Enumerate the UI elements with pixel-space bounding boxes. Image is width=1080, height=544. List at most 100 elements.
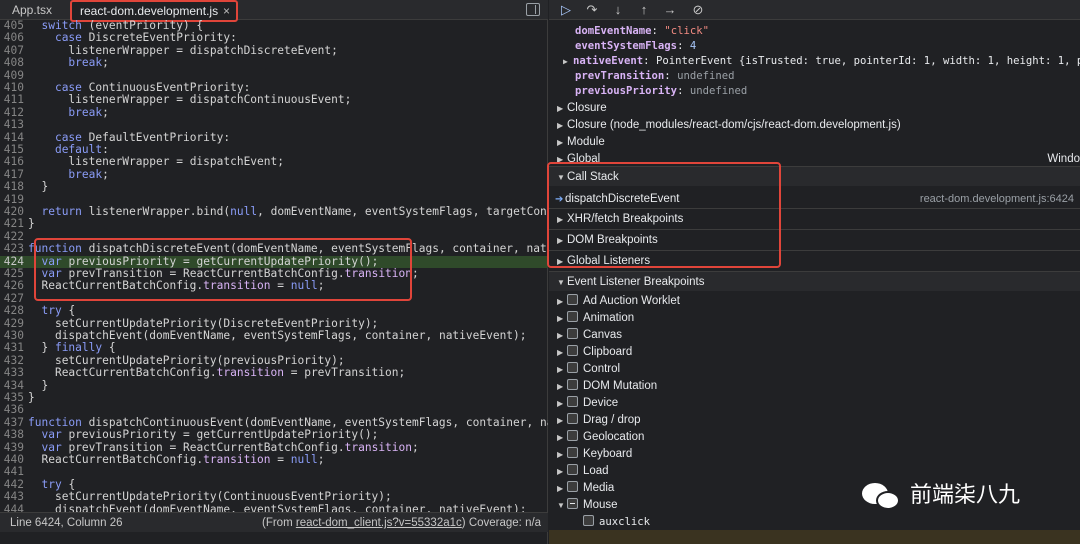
scope-var-prevTransition[interactable]: prevTransition: undefined — [575, 69, 1080, 84]
code-line[interactable]: 433 ReactCurrentBatchConfig.transition =… — [0, 366, 548, 380]
source-map-link[interactable]: react-dom_client.js?v=55332a1c — [296, 517, 462, 529]
deactivate-breakpoints-icon[interactable]: ⊘ — [687, 1, 709, 19]
expand-triangle-icon[interactable]: ▶ — [557, 327, 567, 344]
scope-var-domEventName[interactable]: domEventName: "click" — [575, 24, 1080, 39]
event-category-item[interactable]: ▶ Ad Auction Worklet — [549, 293, 1080, 310]
line-number[interactable]: 411 — [0, 93, 24, 106]
checkbox[interactable] — [567, 481, 578, 492]
code-line[interactable]: 426 ReactCurrentBatchConfig.transition =… — [0, 279, 548, 292]
event-category-item[interactable]: ▶ Canvas — [549, 327, 1080, 344]
line-number[interactable]: 433 — [0, 366, 24, 379]
code-text: ReactCurrentBatchConfig.transition = pre… — [54, 366, 406, 380]
checkbox[interactable] — [567, 328, 578, 339]
step-over-icon[interactable]: ↷ — [581, 1, 603, 19]
line-number[interactable]: 438 — [0, 428, 24, 441]
checkbox[interactable] — [567, 447, 578, 458]
expand-triangle-icon[interactable]: ▶ — [557, 463, 567, 480]
checkbox[interactable] — [567, 396, 578, 407]
expand-triangle-icon[interactable]: ▶ — [557, 378, 567, 395]
code-line[interactable]: 427 — [0, 292, 548, 305]
checkbox[interactable] — [567, 311, 578, 322]
event-category-item[interactable]: ▶ Control — [549, 361, 1080, 378]
scope-global[interactable]: ▶ Global Windo — [549, 149, 1080, 163]
expand-triangle-icon[interactable]: ▶ — [557, 480, 567, 497]
line-number[interactable]: 444 — [0, 503, 24, 512]
line-number[interactable]: 431 — [0, 341, 24, 354]
resume-icon[interactable]: ▷ — [555, 1, 577, 19]
xhr-breakpoints-header[interactable]: ▶ XHR/fetch Breakpoints — [549, 208, 1080, 228]
scope-var-eventSystemFlags[interactable]: eventSystemFlags: 4 — [575, 39, 1080, 54]
line-number[interactable]: 441 — [0, 465, 24, 478]
event-item[interactable]: auxclick — [549, 514, 1080, 531]
expand-triangle-icon: ▶ — [557, 236, 564, 245]
event-listener-breakpoints-header[interactable]: ▼ Event Listener Breakpoints — [549, 271, 1080, 291]
call-stack-header[interactable]: ▼ Call Stack — [549, 166, 1080, 186]
tab-app-tsx[interactable]: App.tsx — [4, 0, 60, 20]
line-number[interactable]: 416 — [0, 155, 24, 168]
toggle-sidebar-icon[interactable] — [526, 3, 540, 16]
editor-tab-bar: App.tsx react-dom.development.js × — [0, 0, 548, 22]
scope-var-previousPriority[interactable]: previousPriority: undefined — [575, 84, 1080, 99]
checkbox[interactable] — [567, 430, 578, 441]
expand-triangle-icon[interactable]: ▶ — [557, 344, 567, 361]
code-line[interactable]: 418 } — [0, 180, 548, 193]
code-line[interactable]: 434 } — [0, 379, 548, 392]
checkbox[interactable] — [567, 413, 578, 424]
expand-triangle-icon[interactable]: ▶ — [557, 361, 567, 378]
line-number[interactable]: 428 — [0, 304, 24, 317]
code-line[interactable]: 412 break; — [0, 105, 548, 119]
expand-triangle-icon[interactable]: ▼ — [557, 497, 567, 514]
expand-triangle-icon[interactable]: ▶ — [563, 54, 573, 69]
expand-triangle-icon[interactable]: ▶ — [557, 150, 567, 163]
checkbox[interactable] — [567, 379, 578, 390]
event-category-item[interactable]: ▶ Geolocation — [549, 429, 1080, 446]
checkbox[interactable] — [567, 464, 578, 475]
line-number[interactable]: 423 — [0, 242, 24, 255]
step-out-icon[interactable]: ↑ — [633, 1, 655, 19]
line-number[interactable]: 436 — [0, 403, 24, 416]
line-number[interactable]: 421 — [0, 217, 24, 230]
code-line[interactable]: 420 return listenerWrapper.bind(null, do… — [0, 205, 548, 218]
code-line[interactable]: 417 break; — [0, 168, 548, 181]
debugger-sidebar: ▷ ↷ ↓ ↑ → ⊘ domEventName: "click" eventS… — [549, 0, 1080, 544]
dom-breakpoints-header[interactable]: ▶ DOM Breakpoints — [549, 229, 1080, 249]
event-category-item[interactable]: ▶ DOM Mutation — [549, 378, 1080, 395]
line-number[interactable]: 426 — [0, 279, 24, 292]
step-icon[interactable]: → — [659, 1, 681, 19]
code-line[interactable]: 440 ReactCurrentBatchConfig.transition =… — [0, 453, 548, 466]
checkbox[interactable] — [583, 515, 594, 526]
global-listeners-header[interactable]: ▶ Global Listeners — [549, 250, 1080, 270]
checkbox[interactable] — [567, 345, 578, 356]
step-into-icon[interactable]: ↓ — [607, 1, 629, 19]
expand-triangle-icon[interactable]: ▶ — [557, 446, 567, 463]
line-number[interactable]: 413 — [0, 118, 24, 131]
code-line[interactable]: 444 dispatchEvent(domEventName, eventSys… — [0, 503, 548, 512]
expand-triangle-icon[interactable]: ▶ — [557, 310, 567, 327]
line-number[interactable]: 406 — [0, 31, 24, 44]
expand-triangle-icon[interactable]: ▶ — [557, 293, 567, 310]
code-line[interactable]: 441 — [0, 465, 548, 478]
code-line[interactable]: 435} — [0, 391, 548, 404]
call-frame[interactable]: ➔ dispatchDiscreteEvent react-dom.developm… — [549, 189, 1080, 209]
expand-triangle-icon[interactable]: ▶ — [557, 395, 567, 412]
code-line[interactable]: 421} — [0, 217, 548, 230]
code-view[interactable]: 405 switch (eventPriority) {406 case Dis… — [0, 20, 548, 512]
line-number[interactable]: 418 — [0, 180, 24, 193]
line-number[interactable]: 443 — [0, 490, 24, 503]
checkbox[interactable] — [567, 498, 578, 509]
expand-triangle-icon[interactable]: ▶ — [557, 429, 567, 446]
event-category-item[interactable]: ▶ Clipboard — [549, 344, 1080, 361]
checkbox[interactable] — [567, 294, 578, 305]
tab-react-dom-development[interactable]: react-dom.development.js × — [70, 0, 238, 22]
event-category-item[interactable]: ▶ Device — [549, 395, 1080, 412]
close-icon[interactable]: × — [223, 2, 230, 20]
event-category-item[interactable]: ▶ Keyboard — [549, 446, 1080, 463]
expand-triangle-icon[interactable]: ▶ — [557, 412, 567, 429]
event-category-item[interactable]: ▶ Drag / drop — [549, 412, 1080, 429]
checkbox[interactable] — [567, 362, 578, 373]
line-number[interactable]: 408 — [0, 56, 24, 69]
event-category-item[interactable]: ▶ Animation — [549, 310, 1080, 327]
code-text: break; — [68, 105, 109, 119]
scope-var-nativeEvent[interactable]: ▶ nativeEvent: PointerEvent {isTrusted: t… — [563, 54, 1080, 69]
code-line[interactable]: 408 break; — [0, 56, 548, 69]
